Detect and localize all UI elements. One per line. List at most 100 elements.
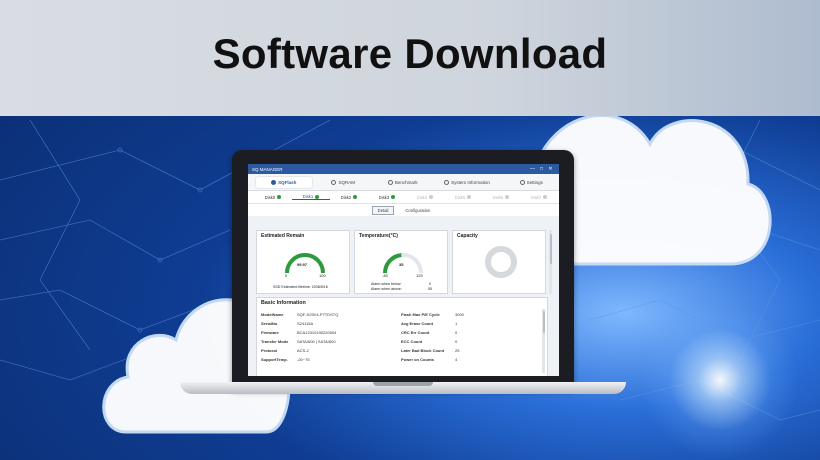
info-key: CRC Err Count <box>401 330 430 335</box>
laptop-notch <box>373 382 433 386</box>
remain-lifetime: SSD Estimated lifetime: 2038/5/16 <box>273 285 328 289</box>
basic-info-table: ModelName SQF-S25V4-P7TDSTQ Flash Max P/… <box>261 310 543 364</box>
panel-title: Estimated Remain <box>261 233 305 239</box>
disk-label: Disk3 <box>378 194 390 200</box>
section-title: Basic Information <box>261 300 306 306</box>
status-panels: Estimated Remain 99.97 0 100 SSD Estimat… <box>256 230 546 294</box>
disk-label: Disk0 <box>264 194 276 200</box>
maximize-icon[interactable]: □ <box>537 166 546 172</box>
info-value: BCA12310190220004 <box>297 330 337 335</box>
scrollbar-thumb[interactable] <box>549 234 552 264</box>
window-titlebar[interactable]: SQ MANAGER — □ ✕ <box>248 164 559 174</box>
info-key: Protocol <box>261 348 278 353</box>
info-key: Power on Counts <box>401 357 434 362</box>
table-row: Protocol ACS-2 Later Bad Block Count 25 <box>261 346 543 355</box>
disk-label: Disk6 <box>492 194 504 200</box>
table-row: ModelName SQF-S25V4-P7TDSTQ Flash Max P/… <box>261 310 543 319</box>
info-value: 25 <box>455 348 460 353</box>
gear-icon <box>519 179 525 185</box>
subtab-detail[interactable]: Detail <box>371 205 395 215</box>
info-value: S24115A <box>297 321 314 326</box>
disk-label: Disk1 <box>302 194 314 199</box>
disk-tab-2[interactable]: Disk2 <box>330 195 368 200</box>
tab-settings[interactable]: Settings <box>503 177 559 188</box>
disk-label: Disk4 <box>416 194 428 200</box>
info-key: ECC Count <box>401 339 423 344</box>
estimated-remain-panel: Estimated Remain 99.97 0 100 SSD Estimat… <box>256 230 350 294</box>
info-key: Later Bad Block Count <box>401 348 445 353</box>
info-icon <box>444 179 450 185</box>
page-title: Software Download <box>212 30 608 77</box>
close-icon[interactable]: ✕ <box>546 166 555 172</box>
tab-system-information[interactable]: System Information <box>435 177 500 188</box>
tab-label: System Information <box>451 179 490 185</box>
scrollbar-thumb[interactable] <box>542 311 545 333</box>
tab-sqram[interactable]: SQRAM <box>316 177 372 188</box>
alarm-below-value: 0 <box>429 282 431 286</box>
disk-tab-7[interactable]: Disk7 <box>520 195 558 200</box>
tab-label: SQRAM <box>338 179 355 185</box>
disk-tab-5[interactable]: Disk5 <box>444 195 482 200</box>
tab-label: Benchmark <box>394 179 418 185</box>
check-icon <box>353 195 358 199</box>
panel-title: Capacity <box>457 233 478 239</box>
panels-scrollbar[interactable] <box>549 230 552 294</box>
info-key: SupportTemp. <box>261 357 288 362</box>
capacity-panel: Capacity <box>452 230 546 294</box>
benchmark-icon <box>387 179 393 185</box>
light-glow <box>640 300 800 460</box>
info-key: Transfer Mode <box>261 339 289 344</box>
remain-value: 99.97 <box>297 262 308 267</box>
info-value: 0 <box>455 330 458 335</box>
sub-tab-bar: Detail Configuration <box>248 204 559 216</box>
info-key: Firmware <box>261 330 279 335</box>
table-row: SerialNo S24115A Avg Erase Count 1 <box>261 319 543 328</box>
disk-tab-6[interactable]: Disk6 <box>482 195 520 200</box>
table-row: Transfer Mode SATA/600 | SATA/600 ECC Co… <box>261 337 543 346</box>
check-icon <box>391 195 396 199</box>
disk-tab-1[interactable]: Disk1 <box>292 194 330 200</box>
basic-information-section: Basic Information ModelName SQF-S25V4-P7… <box>256 297 548 376</box>
info-key: ModelName <box>261 312 284 317</box>
info-value: ACS-2 <box>297 348 309 353</box>
main-tab-bar: SQFlash SQRAM Benchmark System Informati… <box>248 174 559 191</box>
info-value: 0 <box>455 339 458 344</box>
disk-tab-bar: Disk0 Disk1 Disk2 Disk3 Disk4 Disk5 Disk… <box>248 191 559 204</box>
info-value: SQF-S25V4-P7TDSTQ <box>297 312 339 317</box>
minimize-icon[interactable]: — <box>528 166 537 172</box>
info-key: Flash Max P/E Cycle <box>401 312 440 317</box>
disk-label: Disk5 <box>454 194 466 200</box>
tab-label: SQFlash <box>278 179 297 185</box>
laptop-base <box>180 382 626 394</box>
banner: Software Download SQ MANAGER — □ ✕ SQFla… <box>0 0 820 460</box>
info-value: SATA/600 | SATA/600 <box>297 339 336 344</box>
alarm-above-label: Alarm when above: <box>371 287 402 291</box>
tab-sqflash[interactable]: SQFlash <box>256 176 312 188</box>
window-title: SQ MANAGER <box>252 166 283 172</box>
temperature-min: -45 <box>382 273 388 278</box>
remain-max: 100 <box>319 273 326 278</box>
disk-tab-0[interactable]: Disk0 <box>254 195 292 200</box>
disk-tab-3[interactable]: Disk3 <box>368 195 406 200</box>
subtab-configuration[interactable]: Configuration <box>400 207 435 214</box>
panel-title: Temperature(°C) <box>359 233 398 239</box>
tab-benchmark[interactable]: Benchmark <box>375 177 431 188</box>
table-row: Firmware BCA12310190220004 CRC Err Count… <box>261 328 543 337</box>
check-icon <box>277 195 282 199</box>
tab-label: Settings <box>526 179 543 185</box>
info-value: 4 <box>455 357 458 362</box>
app-window: SQ MANAGER — □ ✕ SQFlash SQRAM Benchmark… <box>248 164 559 376</box>
sqram-icon <box>331 179 337 185</box>
basic-info-scrollbar[interactable] <box>542 309 545 373</box>
temperature-value: 35 <box>399 262 404 267</box>
check-icon <box>315 194 320 199</box>
disk-tab-4[interactable]: Disk4 <box>406 195 444 200</box>
temperature-panel: Temperature(°C) 35 -45 125 Alarm when be… <box>354 230 448 294</box>
disk-label: Disk7 <box>530 194 542 200</box>
info-key: Avg Erase Count <box>401 321 434 326</box>
check-icon <box>429 195 434 199</box>
info-value: 3000 <box>455 312 464 317</box>
remain-min: 0 <box>285 273 288 278</box>
table-row: SupportTemp. -20~75 Power on Counts 4 <box>261 355 543 364</box>
check-icon <box>467 195 472 199</box>
